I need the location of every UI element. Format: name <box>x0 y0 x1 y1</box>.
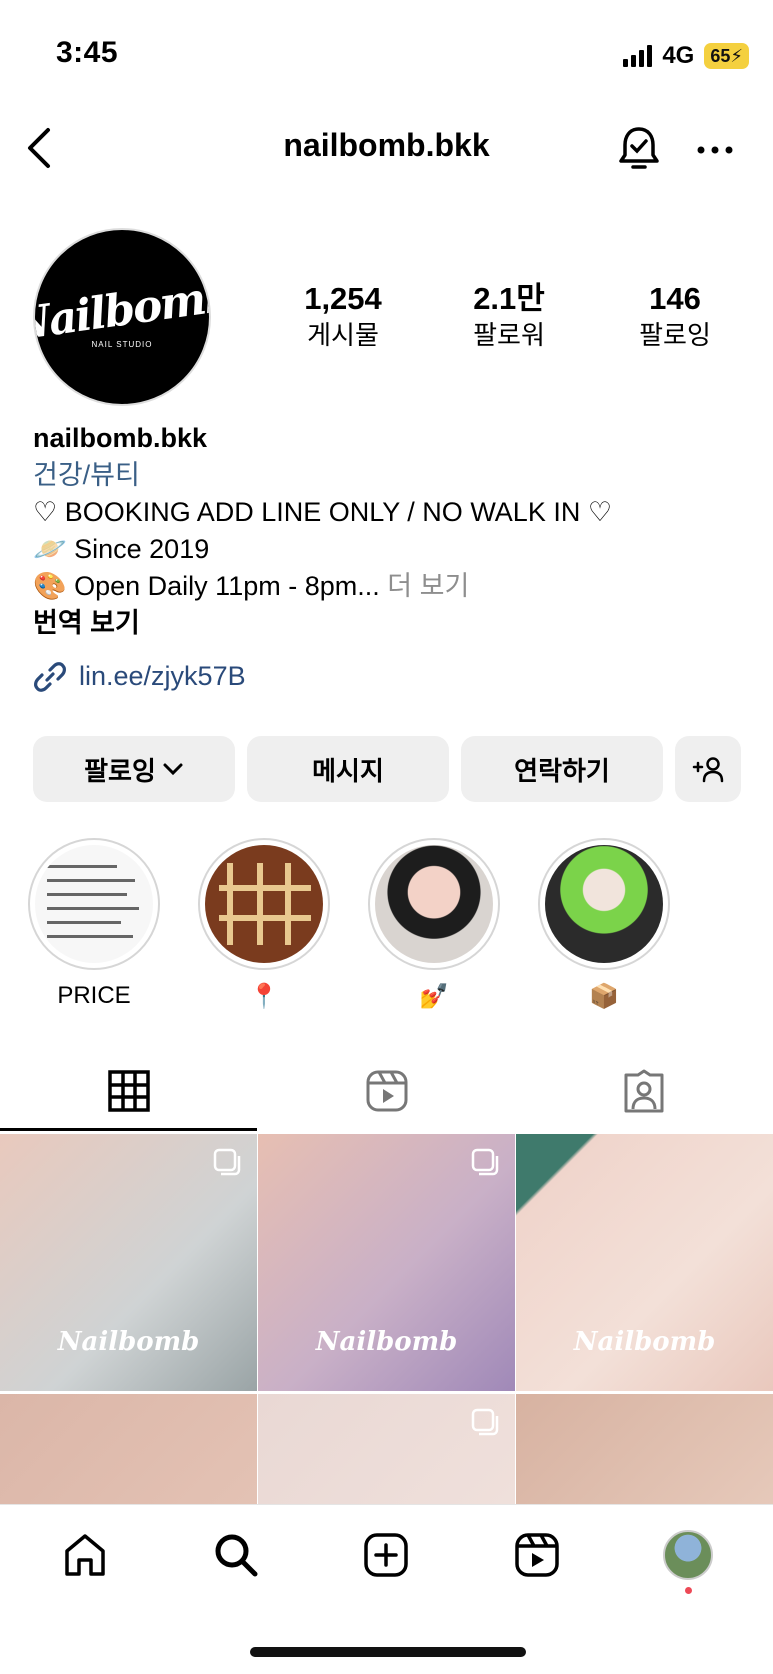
bio-line: 🪐 Since 2019 <box>33 534 210 564</box>
bio-link[interactable]: lin.ee/zjyk57B <box>33 658 753 695</box>
nav-home[interactable] <box>50 1520 120 1590</box>
battery-level: 65 <box>710 45 731 66</box>
highlight-price[interactable]: PRICE <box>28 838 160 1012</box>
status-bar: 3:45 4G 65 ⚡ <box>0 0 773 110</box>
tagged-person-icon <box>624 1069 664 1113</box>
notification-button[interactable] <box>614 121 664 177</box>
highlight-thumbnail <box>375 845 493 963</box>
bio-name: nailbomb.bkk <box>33 423 208 453</box>
reels-icon <box>515 1533 559 1577</box>
search-icon <box>215 1534 258 1577</box>
grid-post[interactable]: Nailbomb <box>516 1134 773 1391</box>
bio-line: 🎨 Open Daily 11pm - 8pm... <box>33 571 380 601</box>
highlight-ring <box>28 838 160 970</box>
avatar-sub: NAIL STUDIO <box>91 340 153 349</box>
tab-tagged[interactable] <box>515 1050 773 1132</box>
highlight-location[interactable]: 📍 <box>198 838 330 1012</box>
following-label: 팔로잉 <box>84 755 156 786</box>
grid-post[interactable]: Nailbomb <box>258 1134 515 1391</box>
message-button[interactable]: 메시지 <box>247 736 449 802</box>
content-tabs <box>0 1050 773 1132</box>
bio-category[interactable]: 건강/뷰티 <box>33 457 753 494</box>
following-button[interactable]: 팔로잉 <box>33 736 235 802</box>
tab-reels[interactable] <box>258 1050 516 1132</box>
highlight-ring <box>198 838 330 970</box>
post-watermark: Nailbomb <box>315 1327 458 1357</box>
stat-value: 1,254 <box>304 281 382 316</box>
profile-header: nailbomb.bkk <box>0 115 773 185</box>
bottom-nav-items <box>0 1505 773 1605</box>
nav-search[interactable] <box>201 1520 271 1590</box>
chevron-down-icon <box>163 763 183 776</box>
highlight-package[interactable]: 📦 <box>538 838 670 1012</box>
highlight-thumbnail <box>545 845 663 963</box>
link-icon <box>34 661 66 692</box>
stat-label: 게시물 <box>307 320 379 350</box>
highlight-label: PRICE <box>57 982 131 1009</box>
highlight-nails[interactable]: 💅 <box>368 838 500 1012</box>
add-post-icon <box>364 1533 409 1577</box>
highlight-label: 💅 <box>419 983 449 1010</box>
post-watermark: Nailbomb <box>57 1327 200 1357</box>
bio-more-link[interactable]: 더 보기 <box>387 571 469 601</box>
grid-post[interactable]: Nailbomb <box>0 1134 257 1391</box>
highlight-thumbnail <box>35 845 153 963</box>
stat-following[interactable]: 146 팔로잉 <box>592 280 758 352</box>
carousel-icon <box>213 1148 241 1176</box>
status-right: 4G 65 ⚡ <box>623 42 749 70</box>
profile-actions: 팔로잉 메시지 연락하기 <box>33 736 741 802</box>
highlight-label: 📦 <box>589 983 619 1010</box>
profile-bio: nailbomb.bkk 건강/뷰티 ♡ BOOKING ADD LINE ON… <box>33 420 753 695</box>
highlight-label: 📍 <box>249 983 279 1010</box>
highlight-thumbnail <box>205 845 323 963</box>
more-options-button[interactable] <box>690 125 740 175</box>
profile-stats: 1,254 게시물 2.1만 팔로워 146 팔로잉 <box>260 280 760 352</box>
network-type: 4G <box>662 42 695 69</box>
stat-posts[interactable]: 1,254 게시물 <box>260 280 426 352</box>
add-person-icon <box>692 757 724 783</box>
reels-icon <box>366 1070 407 1112</box>
grid-icon <box>108 1070 150 1112</box>
link-text: lin.ee/zjyk57B <box>79 661 246 691</box>
notification-dot <box>684 1587 692 1594</box>
highlight-ring <box>368 838 500 970</box>
stat-label: 팔로워 <box>473 320 545 350</box>
nav-reels[interactable] <box>502 1520 572 1590</box>
bio-line-last: 🎨 Open Daily 11pm - 8pm... 더 보기 <box>33 568 753 605</box>
battery-icon: 65 ⚡ <box>704 43 749 69</box>
nav-profile[interactable] <box>653 1520 723 1594</box>
stat-value: 2.1만 <box>473 281 545 316</box>
stat-followers[interactable]: 2.1만 팔로워 <box>426 280 592 352</box>
profile-avatar[interactable]: Nailbomb NAIL STUDIO <box>33 228 211 406</box>
bio-line: ♡ BOOKING ADD LINE ONLY / NO WALK IN ♡ <box>33 497 613 527</box>
status-time: 3:45 <box>56 36 119 69</box>
avatar <box>662 1530 713 1580</box>
story-highlights: PRICE 📍 💅 📦 <box>28 838 670 1012</box>
contact-label: 연락하기 <box>514 755 610 786</box>
carousel-icon <box>471 1408 499 1436</box>
home-indicator[interactable] <box>250 1647 526 1657</box>
ellipsis-icon <box>697 146 733 154</box>
suggest-people-button[interactable] <box>675 736 741 802</box>
signal-icon <box>623 45 653 67</box>
active-tab-indicator <box>0 1128 257 1131</box>
stat-label: 팔로잉 <box>639 320 711 350</box>
bottom-navigation <box>0 1504 773 1674</box>
translate-link[interactable]: 번역 보기 <box>33 605 753 642</box>
highlight-ring <box>538 838 670 970</box>
nav-create[interactable] <box>351 1520 421 1590</box>
message-label: 메시지 <box>312 755 384 786</box>
bell-check-icon <box>619 127 659 169</box>
stat-value: 146 <box>649 281 701 316</box>
tab-posts-grid[interactable] <box>0 1050 258 1132</box>
post-watermark: Nailbomb <box>573 1327 716 1357</box>
carousel-icon <box>471 1148 499 1176</box>
contact-button[interactable]: 연락하기 <box>461 736 663 802</box>
home-icon <box>65 1534 106 1576</box>
